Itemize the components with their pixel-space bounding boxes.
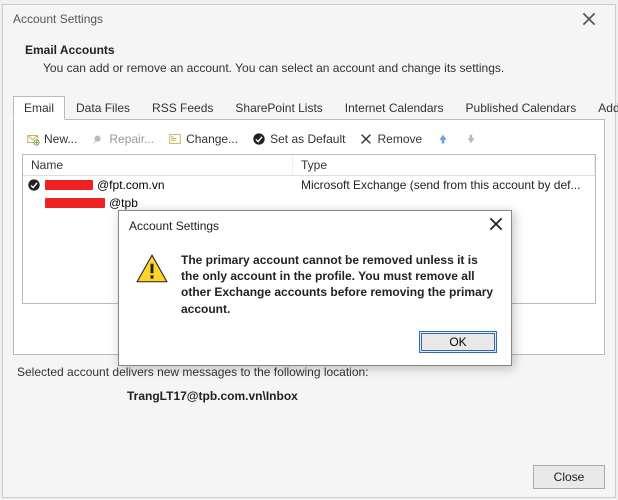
tab-label: SharePoint Lists [235, 101, 322, 115]
column-name[interactable]: Name [23, 155, 293, 175]
dialog-body: The primary account cannot be removed un… [119, 240, 511, 325]
set-default-button[interactable]: Set as Default [248, 130, 349, 148]
table-header: Name Type [23, 155, 595, 176]
window-title: Account Settings [13, 12, 569, 26]
tab-label: RSS Feeds [152, 101, 213, 115]
tab-label: Data Files [76, 101, 130, 115]
default-check-icon [27, 178, 41, 192]
cell-type: Microsoft Exchange (send from this accou… [293, 178, 595, 192]
dialog-message: The primary account cannot be removed un… [181, 252, 495, 317]
tab-data-files[interactable]: Data Files [65, 96, 141, 120]
dialog-title: Account Settings [129, 219, 489, 233]
toolbar-label: Remove [377, 132, 422, 146]
warning-icon [135, 252, 169, 317]
tab-internet-calendars[interactable]: Internet Calendars [334, 96, 455, 120]
window-close-button[interactable] [569, 7, 609, 31]
redacted-text [45, 198, 105, 208]
header: Email Accounts You can add or remove an … [3, 33, 615, 89]
header-title: Email Accounts [25, 43, 593, 57]
dialog-close-button[interactable] [489, 217, 503, 234]
close-icon [582, 12, 596, 26]
delivery-location: TrangLT17@tpb.com.vn\Inbox [127, 389, 601, 403]
arrow-down-icon [464, 132, 478, 146]
header-subtitle: You can add or remove an account. You ca… [43, 61, 593, 75]
move-up-button[interactable] [432, 130, 454, 148]
close-icon [489, 217, 503, 231]
account-suffix: @tpb [109, 196, 138, 210]
check-circle-icon [252, 132, 266, 146]
remove-button[interactable]: Remove [355, 130, 426, 148]
tab-email[interactable]: Email [13, 96, 65, 120]
cell-name: @tpb [23, 196, 293, 210]
arrow-up-icon [436, 132, 450, 146]
titlebar: Account Settings [3, 5, 615, 33]
tab-label: Email [24, 101, 54, 115]
close-button[interactable]: Close [533, 465, 605, 489]
new-icon [26, 132, 40, 146]
remove-icon [359, 132, 373, 146]
toolbar: New... Repair... Change... Set as Defaul… [22, 128, 596, 154]
toolbar-label: Set as Default [270, 132, 345, 146]
column-type[interactable]: Type [293, 155, 595, 175]
tabs: Email Data Files RSS Feeds SharePoint Li… [13, 95, 605, 120]
toolbar-label: Change... [186, 132, 238, 146]
redacted-text [45, 180, 93, 190]
tab-label: Published Calendars [466, 101, 577, 115]
new-button[interactable]: New... [22, 130, 81, 148]
move-down-button[interactable] [460, 130, 482, 148]
repair-button[interactable]: Repair... [87, 130, 158, 148]
tab-rss-feeds[interactable]: RSS Feeds [141, 96, 224, 120]
tab-label: Internet Calendars [345, 101, 444, 115]
tab-published-calendars[interactable]: Published Calendars [455, 96, 588, 120]
delivery-line: Selected account delivers new messages t… [17, 365, 601, 379]
account-suffix: @fpt.com.vn [97, 178, 165, 192]
button-label: OK [449, 335, 466, 349]
error-dialog: Account Settings The primary account can… [118, 210, 512, 366]
dialog-footer: OK [119, 325, 511, 365]
tab-sharepoint-lists[interactable]: SharePoint Lists [224, 96, 333, 120]
dialog-titlebar: Account Settings [119, 211, 511, 240]
button-label: Close [554, 470, 585, 484]
delivery-info: Selected account delivers new messages t… [17, 365, 601, 403]
toolbar-label: New... [44, 132, 77, 146]
tab-address-books[interactable]: Address Books [587, 96, 618, 120]
change-icon [168, 132, 182, 146]
change-button[interactable]: Change... [164, 130, 242, 148]
tab-label: Address Books [598, 101, 618, 115]
repair-icon [91, 132, 105, 146]
toolbar-label: Repair... [109, 132, 154, 146]
cell-name: @fpt.com.vn [23, 178, 293, 192]
ok-button[interactable]: OK [419, 331, 497, 353]
footer: Close [533, 465, 605, 489]
table-row[interactable]: @fpt.com.vn Microsoft Exchange (send fro… [23, 176, 595, 194]
